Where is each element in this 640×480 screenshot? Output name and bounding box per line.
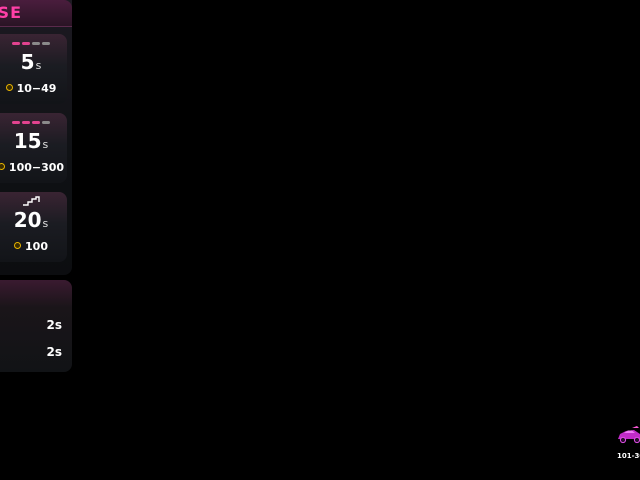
mode-select-panel: SE 5s 10−49 <box>0 0 72 275</box>
duration-unit: s <box>42 217 49 230</box>
car-range-label: 101-30 <box>617 452 640 460</box>
car-item[interactable]: 101-30 <box>614 424 640 464</box>
difficulty-bars-icon <box>12 42 50 46</box>
card-coin-range: 10−49 <box>0 82 67 95</box>
card-duration: 20s <box>0 208 67 232</box>
duration-value: 5 <box>20 50 35 74</box>
stairs-icon <box>23 196 40 206</box>
timer-row-value: 2s <box>46 345 63 359</box>
duration-value: 15 <box>13 129 42 153</box>
mode-card-20s[interactable]: 20s 100 <box>0 192 67 262</box>
coin-icon <box>0 163 5 170</box>
card-duration: 5s <box>0 50 67 74</box>
coin-range-value: 100 <box>25 240 48 253</box>
duration-unit: s <box>35 59 42 72</box>
card-coin-range: 100 <box>0 240 67 253</box>
panel-title: SE <box>0 3 22 22</box>
coin-icon <box>14 242 22 249</box>
coin-range-value: 10−49 <box>16 82 57 95</box>
timer-settings-panel: 2s 2s <box>0 280 72 372</box>
difficulty-bars-icon <box>12 121 50 125</box>
game-screen: SE 5s 10−49 <box>0 0 640 480</box>
duration-value: 20 <box>13 208 42 232</box>
timer-row-value: 2s <box>46 318 63 332</box>
coin-range-value: 100−300 <box>8 161 65 174</box>
mode-card-15s[interactable]: 15s 100−300 <box>0 113 67 183</box>
card-coin-range: 100−300 <box>0 161 67 174</box>
coin-icon <box>5 84 13 91</box>
car-icon <box>618 426 640 444</box>
mode-card-5s[interactable]: 5s 10−49 <box>0 34 67 104</box>
duration-unit: s <box>42 138 49 151</box>
panel-header: SE <box>0 0 72 27</box>
card-duration: 15s <box>0 129 67 153</box>
